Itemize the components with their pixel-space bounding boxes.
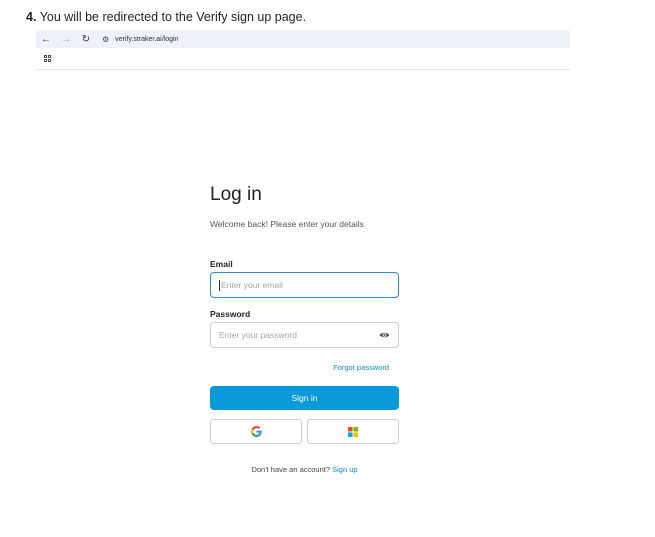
address-bar: ← → ↻ ⚙ verify.straker.ai/login bbox=[36, 30, 570, 48]
step-number: 4. bbox=[26, 10, 37, 24]
page-subtitle: Welcome back! Please enter your details bbox=[210, 219, 364, 229]
page-title: Log in bbox=[210, 184, 262, 205]
bookmarks-bar bbox=[36, 48, 570, 70]
step-text: You will be redirected to the Verify sig… bbox=[39, 10, 307, 24]
url-text: verify.straker.ai/login bbox=[115, 35, 179, 43]
instruction-step: 4. You will be redirected to the Verify … bbox=[26, 10, 306, 24]
sign-up-prompt: Don't have an account? Sign up bbox=[210, 465, 399, 474]
email-label: Email bbox=[210, 259, 233, 269]
forgot-password-link[interactable]: Forgot password bbox=[210, 363, 399, 372]
text-caret bbox=[219, 279, 220, 291]
sign-up-link[interactable]: Sign up bbox=[332, 465, 357, 474]
login-form: Log in Welcome back! Please enter your d… bbox=[210, 184, 399, 474]
social-login-buttons bbox=[210, 419, 399, 444]
microsoft-logo-icon bbox=[348, 426, 358, 437]
show-password-eye-icon[interactable] bbox=[379, 329, 390, 341]
google-login-button[interactable] bbox=[210, 419, 302, 444]
apps-grid-icon[interactable] bbox=[44, 55, 51, 62]
forward-arrow-icon[interactable]: → bbox=[56, 34, 76, 45]
reload-icon[interactable]: ↻ bbox=[76, 34, 96, 45]
google-logo-icon bbox=[250, 426, 262, 437]
password-field[interactable] bbox=[219, 330, 379, 340]
site-settings-icon[interactable]: ⚙ bbox=[102, 35, 109, 44]
url-field[interactable]: ⚙ verify.straker.ai/login bbox=[102, 35, 178, 44]
back-arrow-icon[interactable]: ← bbox=[36, 34, 56, 45]
sign-in-button[interactable]: Sign in bbox=[210, 386, 399, 410]
no-account-text: Don't have an account? bbox=[251, 465, 331, 474]
password-field-container[interactable] bbox=[210, 322, 399, 348]
password-label: Password bbox=[210, 309, 251, 319]
browser-chrome: ← → ↻ ⚙ verify.straker.ai/login bbox=[36, 30, 570, 70]
email-field[interactable] bbox=[220, 280, 390, 290]
microsoft-login-button[interactable] bbox=[307, 419, 399, 444]
email-field-container[interactable] bbox=[210, 272, 399, 298]
